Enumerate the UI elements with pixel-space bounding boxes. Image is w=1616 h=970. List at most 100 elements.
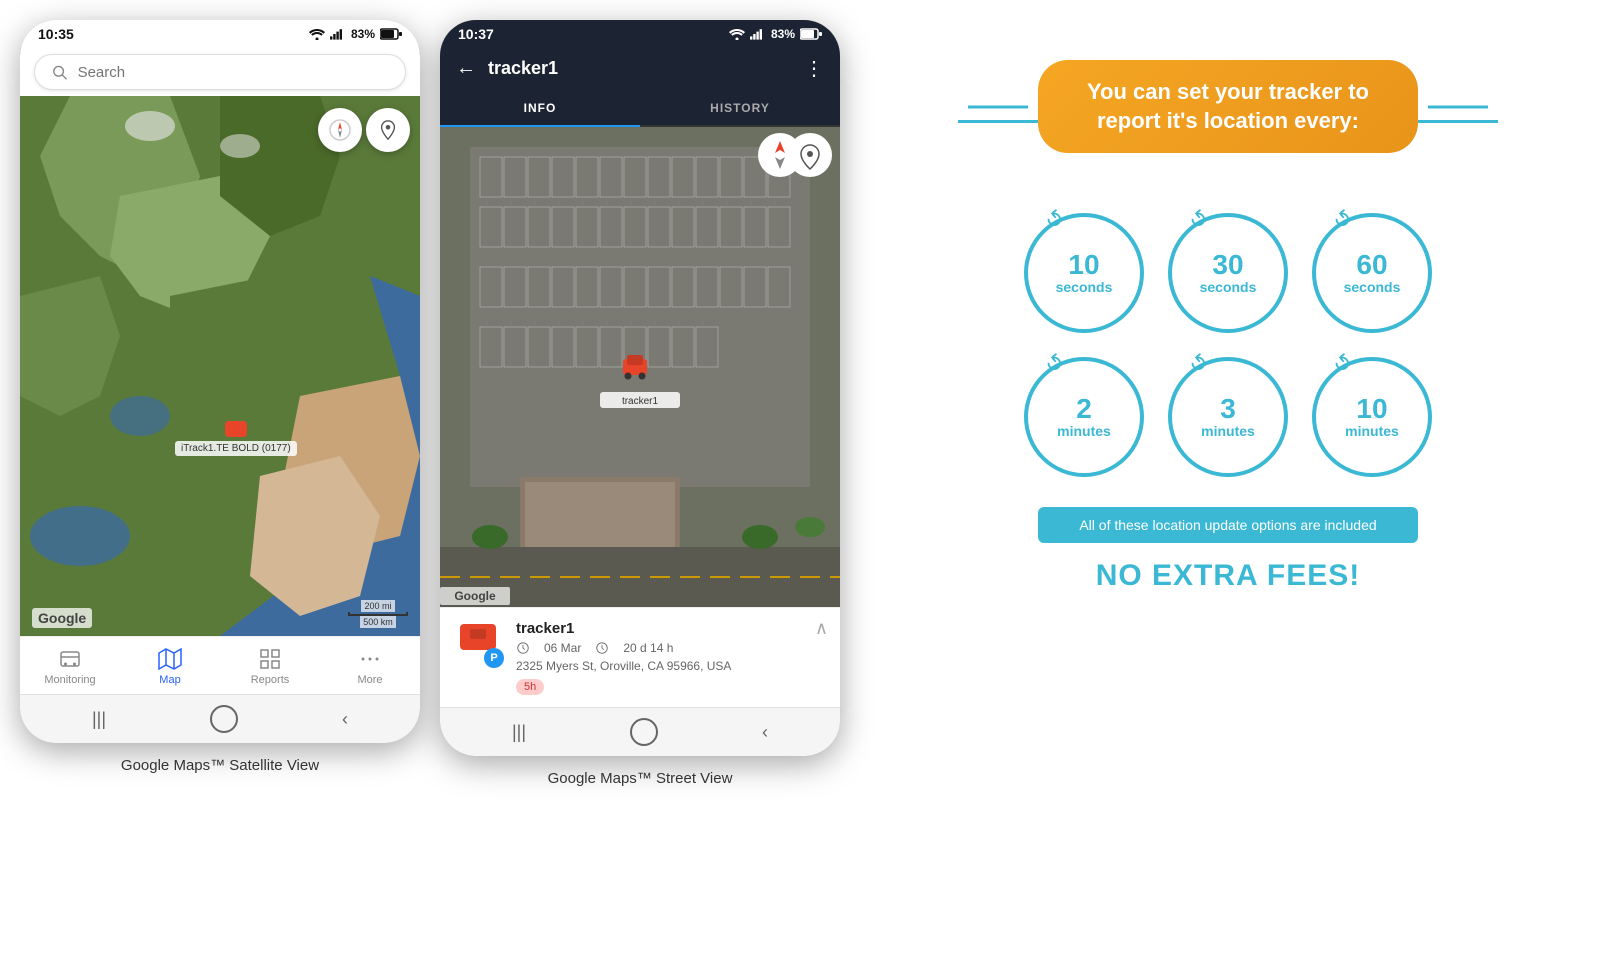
tracker-tabs: INFO HISTORY (440, 91, 840, 127)
gesture-home (210, 705, 238, 733)
info-banner: You can set your tracker to report it's … (1038, 60, 1418, 153)
nav-more[interactable]: More (340, 647, 400, 686)
info-graphic-panel: You can set your tracker to report it's … (860, 20, 1596, 633)
tab-history[interactable]: HISTORY (640, 91, 840, 125)
tracker-title: tracker1 (488, 58, 792, 79)
circle-10sec: ↺ 10 seconds (1024, 213, 1144, 333)
tracker-details: tracker1 06 Mar 20 d 14 h 2325 Myers St,… (516, 620, 824, 695)
circle-10min-unit: minutes (1345, 423, 1399, 439)
no-fees-text: NO EXTRA FEES! (1096, 559, 1361, 593)
nav-reports[interactable]: Reports (240, 647, 300, 686)
search-icon (51, 63, 68, 81)
main-container: 10:35 83% (20, 20, 1596, 787)
bottom-nav-1: Monitoring Map (20, 636, 420, 694)
signal-icon-2 (750, 28, 766, 40)
circle-10min: ↺ 10 minutes (1312, 357, 1432, 477)
tracker-duration: 20 d 14 h (623, 641, 673, 655)
street-map: tracker1 (440, 127, 840, 607)
caption2: Google Maps™ Street View (548, 770, 733, 787)
circle-60sec-number: 60 (1356, 251, 1387, 279)
phone2-mockup: 10:37 83% (440, 20, 840, 756)
circle-30sec-number: 30 (1212, 251, 1243, 279)
circle-30sec-unit: seconds (1200, 279, 1257, 295)
wifi-icon-2 (729, 28, 745, 40)
clock-icon (516, 641, 530, 655)
gesture-bar-2: ||| ‹ (440, 707, 840, 756)
more-button[interactable]: ⋮ (804, 56, 824, 81)
no-fees-banner: All of these location update options are… (1038, 507, 1418, 543)
circle-3min: ↺ 3 minutes (1168, 357, 1288, 477)
nav-monitoring-label: Monitoring (44, 674, 95, 686)
nav-more-label: More (357, 674, 382, 686)
tracker-date: 06 Mar (544, 641, 581, 655)
battery-icon (380, 28, 402, 40)
nav-reports-label: Reports (251, 674, 290, 686)
car-icon (225, 421, 247, 437)
tab-info[interactable]: INFO (440, 91, 640, 127)
location-button[interactable] (366, 108, 410, 152)
phone1-status-bar: 10:35 83% (20, 20, 420, 46)
phone2-time: 10:37 (458, 26, 494, 42)
signal-icon (330, 28, 346, 40)
tracker-label: iTrack1.TE BOLD (0177) (175, 441, 297, 456)
circle-10min-number: 10 (1356, 395, 1387, 423)
circle-30sec: ↺ 30 seconds (1168, 213, 1288, 333)
nav-map[interactable]: Map (140, 647, 200, 686)
nav-monitoring[interactable]: Monitoring (40, 647, 100, 686)
no-fees-desc: All of these location update options are… (1079, 517, 1376, 533)
tracker-card-name: tracker1 (516, 620, 824, 637)
battery-text-2: 83% (771, 27, 795, 41)
phone1-status-icons: 83% (309, 27, 402, 41)
wifi-icon (309, 28, 325, 40)
compass-button[interactable] (318, 108, 362, 152)
circle-2min-number: 2 (1076, 395, 1092, 423)
satellite-map: iTrack1.TE BOLD (0177) Google 200 mi 500… (20, 96, 420, 636)
banner-text: You can set your tracker to report it's … (1087, 79, 1369, 133)
more-icon (358, 647, 382, 671)
circle-60sec-unit: seconds (1344, 279, 1401, 295)
tracker-info-card: P tracker1 06 Mar 20 d 14 h 2325 Myers S… (440, 607, 840, 707)
timer-icon (595, 641, 609, 655)
search-input[interactable] (78, 64, 389, 81)
bus-icon (58, 647, 82, 671)
tracker-header: ← tracker1 ⋮ (440, 46, 840, 91)
compass-icon (328, 118, 352, 142)
phone1-time: 10:35 (38, 26, 74, 42)
nav-map-label: Map (159, 674, 180, 686)
tracker-meta: 06 Mar 20 d 14 h (516, 641, 824, 655)
google-brand-1: Google (32, 608, 92, 628)
gesture-bar-1: ||| ‹ (20, 694, 420, 743)
scroll-indicator: ∧ (815, 618, 828, 639)
search-bar[interactable] (34, 54, 406, 90)
gesture-recents-2: ‹ (762, 722, 768, 743)
caption1: Google Maps™ Satellite View (121, 757, 319, 774)
gesture-back-2: ||| (512, 722, 526, 743)
phone2-status-bar: 10:37 83% (440, 20, 840, 46)
parking-lot-svg: tracker1 (440, 127, 840, 607)
satellite-map-svg (20, 96, 420, 636)
tracker-marker: iTrack1.TE BOLD (0177) (175, 421, 297, 456)
gesture-home-2 (630, 718, 658, 746)
svg-text:Google: Google (454, 589, 496, 603)
tracker-badge: 5h (516, 679, 544, 695)
phone2-status-icons: 83% (729, 27, 822, 41)
circle-60sec: ↺ 60 seconds (1312, 213, 1432, 333)
map-icon (158, 647, 182, 671)
location-icon (377, 119, 399, 141)
tracker-address: 2325 Myers St, Oroville, CA 95966, USA (516, 659, 824, 673)
reports-icon (258, 647, 282, 671)
circle-2min-unit: minutes (1057, 423, 1111, 439)
scale-bar: 200 mi 500 km (348, 600, 408, 628)
circle-2min: ↺ 2 minutes (1024, 357, 1144, 477)
gesture-recents: ‹ (342, 709, 348, 730)
phone1-screen: 10:35 83% (20, 20, 420, 743)
circle-10sec-unit: seconds (1056, 279, 1113, 295)
back-button[interactable]: ← (456, 57, 476, 80)
circle-10sec-number: 10 (1068, 251, 1099, 279)
battery-icon-2 (800, 28, 822, 40)
svg-text:tracker1: tracker1 (622, 396, 659, 407)
phone2-screen: 10:37 83% (440, 20, 840, 756)
circles-grid: ↺ 10 seconds ↺ 30 seconds ↺ 60 seconds (1024, 213, 1432, 477)
phone1-mockup: 10:35 83% (20, 20, 420, 743)
circle-3min-unit: minutes (1201, 423, 1255, 439)
